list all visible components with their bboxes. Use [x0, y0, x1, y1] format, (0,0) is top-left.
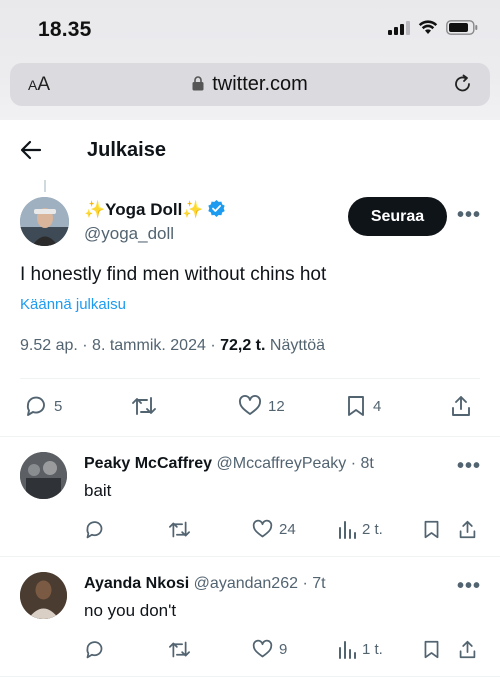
views-button[interactable]: 1 t. [338, 639, 383, 659]
like-button[interactable]: 12 [238, 394, 285, 418]
battery-icon [446, 20, 478, 35]
analytics-icon [339, 641, 356, 659]
reply-author-handle[interactable]: @MccaffreyPeaky [217, 455, 347, 472]
share-button[interactable] [458, 519, 477, 540]
bookmark-icon [424, 520, 439, 539]
reply-age[interactable]: · 7t [302, 575, 325, 592]
share-button[interactable] [450, 394, 472, 418]
reply-text: bait [84, 481, 112, 500]
reply-icon [26, 396, 45, 416]
more-options-icon[interactable]: ••• [457, 455, 481, 478]
url-text: twitter.com [212, 73, 308, 95]
views-label: Näyttöä [269, 337, 326, 354]
lock-icon [192, 74, 204, 91]
author-name[interactable]: ✨Yoga Doll✨ [84, 199, 226, 223]
status-icons [388, 20, 478, 35]
heart-icon [239, 394, 261, 415]
divider [0, 436, 500, 437]
reload-icon [455, 74, 470, 92]
retweet-icon [169, 641, 190, 658]
author-display-name: ✨Yoga Doll✨ [84, 200, 204, 219]
heart-icon [252, 519, 273, 538]
reply-button[interactable] [84, 639, 105, 660]
bookmark-icon [348, 396, 364, 416]
like-count: 12 [268, 397, 285, 415]
retweet-button[interactable] [168, 639, 191, 660]
reply-icon [86, 521, 103, 539]
reply-count: 5 [54, 397, 63, 415]
avatar[interactable] [20, 572, 67, 619]
url-display[interactable]: twitter.com [10, 73, 490, 96]
bookmark-icon [424, 640, 439, 659]
reply-button[interactable]: 5 [24, 394, 62, 418]
like-button[interactable]: 9 [252, 639, 287, 660]
views-count: 72,2 t. [220, 337, 266, 354]
reply-text: no you don't [84, 601, 177, 620]
browser-chrome: 18.35 AA twitter.com [0, 0, 500, 120]
bookmark-button[interactable] [422, 519, 441, 540]
page-header: Julkaise [0, 120, 500, 180]
views-count: 1 t. [362, 640, 383, 658]
tweet-meta: 9.52 ap. · 8. tammik. 2024 · 72,2 t. Näy… [20, 337, 326, 354]
retweet-button[interactable] [131, 394, 163, 418]
bookmark-count: 4 [373, 397, 382, 415]
tweet-time[interactable]: 9.52 ap. [20, 337, 78, 354]
status-bar: 18.35 [0, 0, 500, 58]
reply-author-handle[interactable]: @ayandan262 [194, 575, 298, 592]
divider [20, 378, 480, 379]
divider [0, 556, 500, 557]
cellular-signal-icon [388, 20, 410, 35]
avatar[interactable] [20, 452, 67, 499]
wifi-icon [418, 20, 438, 34]
retweet-icon [169, 521, 190, 538]
views-button[interactable]: 2 t. [338, 519, 383, 539]
like-count: 24 [279, 521, 296, 538]
share-button[interactable] [458, 639, 477, 660]
reply-author-name[interactable]: Ayanda Nkosi [84, 575, 189, 592]
follow-button[interactable]: Seuraa [348, 197, 447, 236]
translate-link[interactable]: Käännä julkaisu [20, 296, 126, 313]
retweet-button[interactable] [168, 519, 191, 540]
heart-icon [252, 639, 273, 658]
share-icon [459, 520, 476, 539]
share-icon [459, 640, 476, 659]
reply-button[interactable] [84, 519, 105, 540]
analytics-icon [339, 521, 356, 539]
avatar[interactable] [20, 197, 69, 246]
views-count: 2 t. [362, 520, 383, 538]
tweet-text: I honestly find men without chins hot [20, 264, 327, 285]
thread-line [44, 180, 46, 192]
more-options-icon[interactable]: ••• [457, 204, 481, 227]
like-button[interactable]: 24 [252, 519, 296, 540]
reply-header: Peaky McCaffrey @MccaffreyPeaky · 8t [84, 455, 374, 473]
share-icon [452, 396, 470, 416]
reply-icon [86, 641, 103, 659]
reload-button[interactable] [452, 73, 474, 100]
address-bar[interactable]: AA twitter.com [10, 63, 490, 106]
back-button[interactable] [20, 140, 42, 165]
more-options-icon[interactable]: ••• [457, 575, 481, 598]
arrow-left-icon [20, 140, 42, 160]
reply-age[interactable]: · 8t [351, 455, 374, 472]
tweet-date[interactable]: 8. tammik. 2024 [92, 337, 206, 354]
verified-badge-icon [207, 199, 226, 223]
retweet-icon [132, 397, 156, 415]
page-title: Julkaise [87, 139, 166, 161]
bookmark-button[interactable]: 4 [345, 394, 381, 418]
reply-author-name[interactable]: Peaky McCaffrey [84, 455, 212, 472]
reply-header: Ayanda Nkosi @ayandan262 · 7t [84, 575, 326, 593]
author-handle[interactable]: @yoga_doll [84, 224, 174, 244]
bookmark-button[interactable] [422, 639, 441, 660]
status-time: 18.35 [38, 18, 92, 41]
like-count: 9 [279, 641, 288, 658]
